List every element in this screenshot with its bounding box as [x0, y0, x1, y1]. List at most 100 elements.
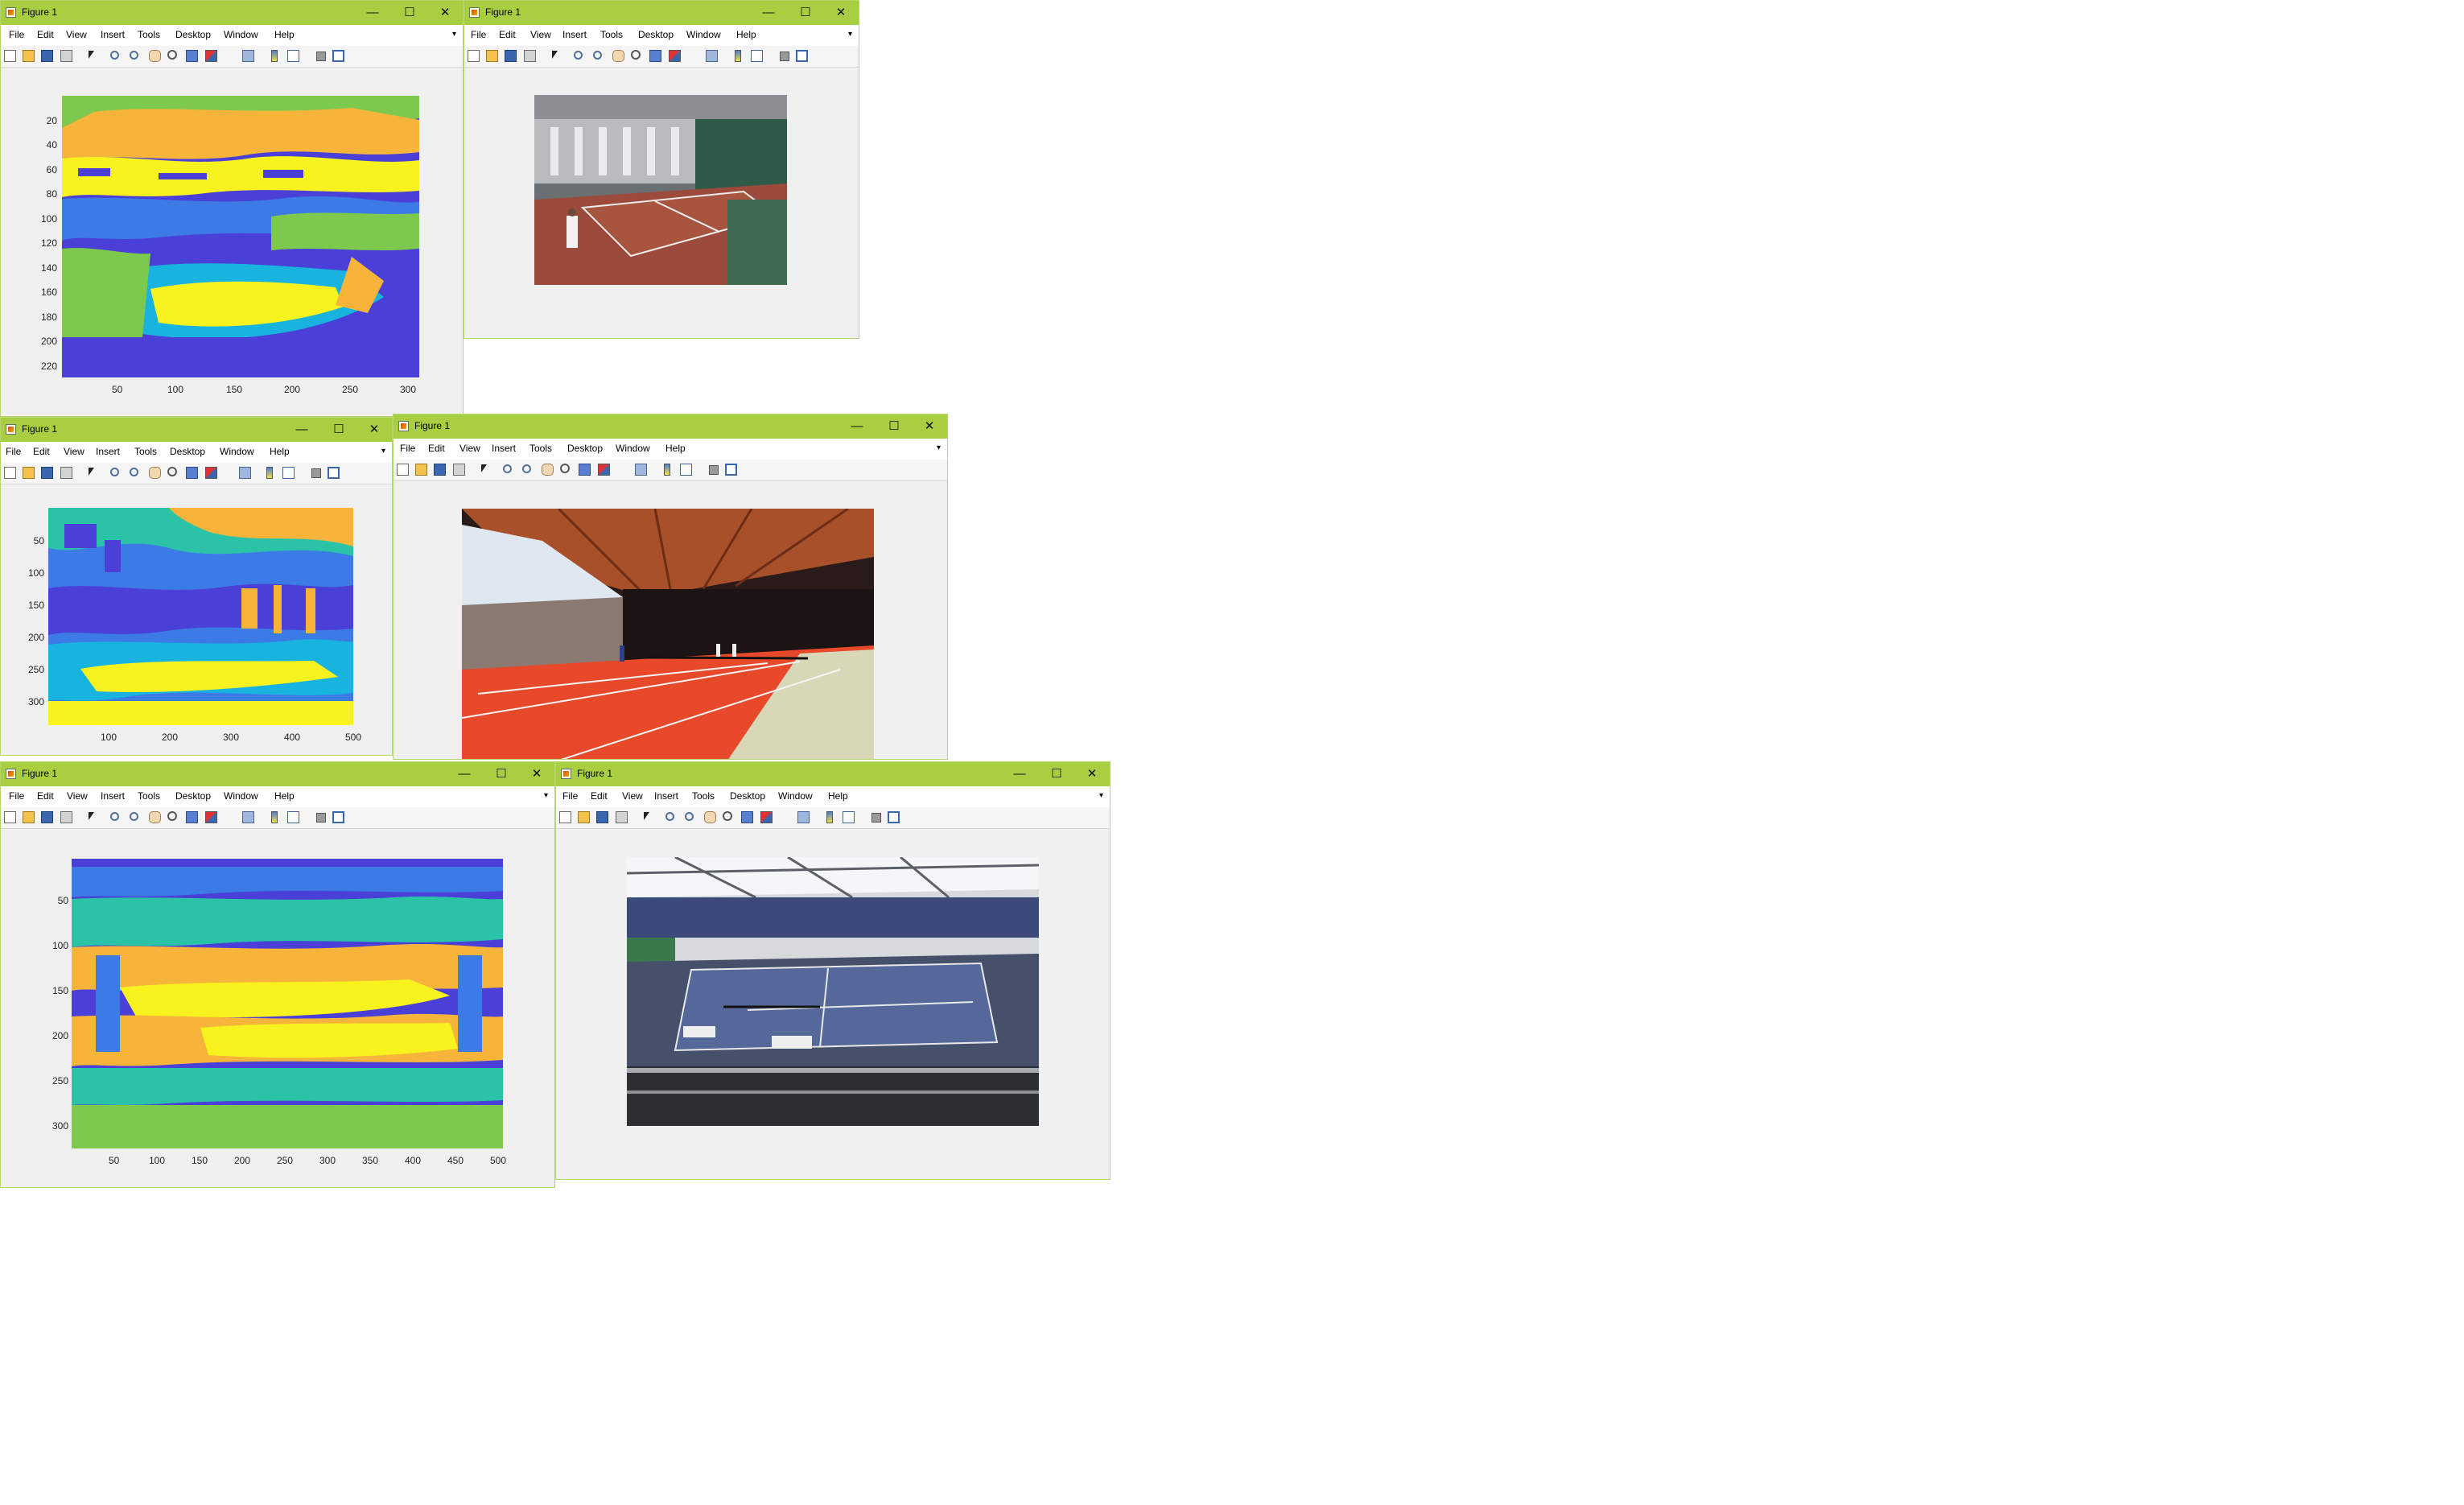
zoom-in-icon[interactable]	[110, 812, 119, 821]
menu-insert[interactable]: Insert	[101, 29, 125, 40]
link-plot-icon[interactable]	[635, 464, 647, 476]
menu-overflow-arrow[interactable]: ▾	[1099, 791, 1103, 800]
data-cursor-icon[interactable]	[186, 50, 198, 62]
pointer-icon[interactable]	[86, 467, 98, 479]
title-bar[interactable]: Figure 1 — ☐ ✕	[393, 414, 947, 439]
data-cursor-icon[interactable]	[579, 464, 591, 476]
menu-tools[interactable]: Tools	[138, 29, 160, 40]
menu-file[interactable]: File	[6, 446, 21, 457]
pan-icon[interactable]	[149, 811, 161, 823]
minimize-button[interactable]: —	[356, 3, 389, 23]
maximize-button[interactable]: ☐	[1040, 765, 1073, 784]
menu-tools[interactable]: Tools	[529, 443, 552, 454]
link-plot-icon[interactable]	[706, 50, 718, 62]
zoom-in-icon[interactable]	[503, 464, 512, 473]
pan-icon[interactable]	[149, 467, 161, 479]
figure-window-6[interactable]: Figure 1 — ☐ ✕ File Edit View Insert Too…	[555, 761, 1110, 1180]
show-plot-tools-icon[interactable]	[888, 811, 900, 823]
legend-icon[interactable]	[287, 50, 299, 62]
rotate-icon[interactable]	[167, 811, 177, 821]
hide-plot-tools-icon[interactable]	[780, 52, 789, 61]
open-icon[interactable]	[23, 467, 35, 479]
maximize-button[interactable]: ☐	[485, 765, 517, 784]
menu-view[interactable]: View	[64, 446, 84, 457]
colorbar-icon[interactable]	[266, 467, 273, 479]
menu-view[interactable]: View	[459, 443, 480, 454]
pan-icon[interactable]	[704, 811, 716, 823]
save-icon[interactable]	[41, 467, 53, 479]
zoom-in-icon[interactable]	[110, 468, 119, 476]
menu-window[interactable]: Window	[778, 790, 813, 802]
pan-icon[interactable]	[612, 50, 624, 62]
save-icon[interactable]	[596, 811, 608, 823]
new-figure-icon[interactable]	[4, 467, 16, 479]
data-cursor-icon[interactable]	[186, 467, 198, 479]
maximize-button[interactable]: ☐	[393, 3, 426, 23]
title-bar[interactable]: Figure 1 — ☐ ✕	[464, 1, 859, 25]
colorbar-icon[interactable]	[664, 464, 670, 476]
legend-icon[interactable]	[282, 467, 295, 479]
title-bar[interactable]: Figure 1 — ☐ ✕	[1, 418, 392, 442]
figure-window-1[interactable]: Figure 1 — ☐ ✕ File Edit View Insert Too…	[0, 0, 464, 417]
menu-edit[interactable]: Edit	[33, 446, 50, 457]
close-button[interactable]: ✕	[521, 765, 553, 784]
pointer-icon[interactable]	[550, 50, 562, 62]
show-plot-tools-icon[interactable]	[796, 50, 808, 62]
print-icon[interactable]	[60, 50, 72, 62]
menu-tools[interactable]: Tools	[138, 790, 160, 802]
menu-window[interactable]: Window	[616, 443, 650, 454]
close-button[interactable]: ✕	[825, 3, 857, 23]
pointer-icon[interactable]	[479, 464, 491, 476]
menu-overflow-arrow[interactable]: ▾	[848, 30, 852, 39]
zoom-out-icon[interactable]	[593, 51, 602, 60]
new-figure-icon[interactable]	[559, 811, 571, 823]
menu-edit[interactable]: Edit	[428, 443, 445, 454]
show-plot-tools-icon[interactable]	[328, 467, 340, 479]
pan-icon[interactable]	[149, 50, 161, 62]
zoom-out-icon[interactable]	[130, 51, 138, 60]
open-icon[interactable]	[23, 50, 35, 62]
colorbar-icon[interactable]	[735, 50, 741, 62]
menu-help[interactable]: Help	[274, 790, 295, 802]
pointer-icon[interactable]	[86, 50, 98, 62]
menu-edit[interactable]: Edit	[37, 790, 54, 802]
menu-file[interactable]: File	[9, 790, 24, 802]
new-figure-icon[interactable]	[4, 50, 16, 62]
menu-overflow-arrow[interactable]: ▾	[937, 443, 941, 452]
menu-desktop[interactable]: Desktop	[175, 790, 211, 802]
menu-edit[interactable]: Edit	[37, 29, 54, 40]
menu-overflow-arrow[interactable]: ▾	[452, 30, 456, 39]
data-cursor-icon[interactable]	[649, 50, 661, 62]
segmentation-image-axes[interactable]	[72, 859, 503, 1148]
zoom-out-icon[interactable]	[685, 812, 694, 821]
hide-plot-tools-icon[interactable]	[316, 813, 326, 823]
menu-view[interactable]: View	[530, 29, 551, 40]
menu-insert[interactable]: Insert	[492, 443, 516, 454]
close-button[interactable]: ✕	[913, 417, 946, 436]
maximize-button[interactable]: ☐	[323, 420, 355, 439]
pointer-icon[interactable]	[86, 811, 98, 823]
tennis-court-photo[interactable]	[534, 95, 787, 285]
menu-tools[interactable]: Tools	[134, 446, 157, 457]
menu-help[interactable]: Help	[270, 446, 290, 457]
rotate-icon[interactable]	[723, 811, 732, 821]
title-bar[interactable]: Figure 1 — ☐ ✕	[556, 762, 1110, 786]
tennis-court-photo[interactable]	[462, 509, 874, 759]
minimize-button[interactable]: —	[448, 765, 480, 784]
new-figure-icon[interactable]	[468, 50, 480, 62]
open-icon[interactable]	[415, 464, 427, 476]
close-button[interactable]: ✕	[358, 420, 390, 439]
menu-desktop[interactable]: Desktop	[638, 29, 674, 40]
print-icon[interactable]	[60, 811, 72, 823]
hide-plot-tools-icon[interactable]	[316, 52, 326, 61]
zoom-in-icon[interactable]	[110, 51, 119, 60]
menu-insert[interactable]: Insert	[654, 790, 678, 802]
menu-file[interactable]: File	[471, 29, 486, 40]
menu-edit[interactable]: Edit	[499, 29, 516, 40]
legend-icon[interactable]	[287, 811, 299, 823]
link-plot-icon[interactable]	[242, 50, 254, 62]
menu-view[interactable]: View	[66, 29, 87, 40]
menu-file[interactable]: File	[9, 29, 24, 40]
open-icon[interactable]	[23, 811, 35, 823]
link-plot-icon[interactable]	[242, 811, 254, 823]
